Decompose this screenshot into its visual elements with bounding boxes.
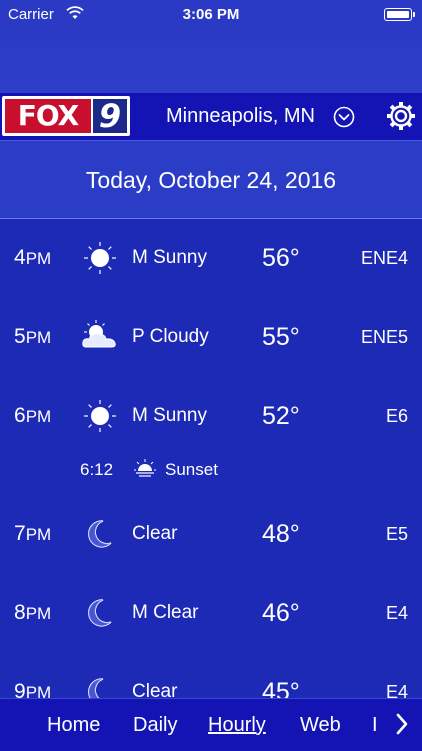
hourly-row[interactable]: 6PM M Sunny 52° E6 6:12 Sunset <box>0 377 422 496</box>
tab-hourly[interactable]: Hourly <box>208 714 266 737</box>
temperature-value: 56° <box>262 244 300 272</box>
hour-label: 9PM <box>14 680 52 698</box>
date-bar: Today, October 24, 2016 <box>0 141 422 219</box>
wind-value: E6 <box>385 406 408 426</box>
status-time: 3:06 PM <box>182 6 240 23</box>
tab-more[interactable]: I <box>372 714 378 737</box>
tab-web[interactable]: Web <box>300 714 341 737</box>
condition-label: P Cloudy <box>132 326 209 347</box>
moon-icon <box>88 520 112 548</box>
chevron-down-icon[interactable] <box>333 106 355 128</box>
forecast-date: Today, October 24, 2016 <box>85 167 337 193</box>
hour-label: 4PM <box>14 246 52 269</box>
moon-icon <box>88 678 104 698</box>
status-bar: Carrier 3:06 PM <box>0 0 422 30</box>
app-header: FOX 9 Minneapolis, MN <box>0 93 422 142</box>
wind-value: ENE4 <box>360 248 408 268</box>
hourly-row[interactable]: 5PM P Cloudy 55° ENE5 <box>0 298 422 378</box>
condition-label: Clear <box>132 681 178 698</box>
condition-label: Clear <box>132 523 178 544</box>
condition-label: M Sunny <box>132 247 207 268</box>
fox9-logo[interactable]: FOX 9 <box>2 96 130 136</box>
temperature-value: 48° <box>262 520 300 548</box>
temperature-value: 55° <box>262 323 300 351</box>
hour-label: 8PM <box>14 601 52 624</box>
sunset-icon <box>134 459 156 477</box>
gear-icon[interactable] <box>386 101 416 131</box>
hour-label: 5PM <box>14 325 52 348</box>
hour-label: 6PM <box>14 404 52 427</box>
temperature-value: 45° <box>262 678 300 698</box>
tab-daily[interactable]: Daily <box>133 714 177 737</box>
top-spacer <box>0 30 422 93</box>
wind-value: E4 <box>385 603 408 623</box>
temperature-value: 52° <box>262 402 300 430</box>
sunset-label: Sunset <box>165 460 218 479</box>
condition-label: M Clear <box>132 602 199 623</box>
sunset-time: 6:12 <box>80 460 114 479</box>
location-selector[interactable]: Minneapolis, MN <box>166 105 315 128</box>
battery-icon <box>384 8 415 21</box>
tab-home[interactable]: Home <box>47 714 100 737</box>
wind-value: ENE5 <box>360 327 408 347</box>
bottom-nav: Home Daily Hourly Web I <box>0 698 422 751</box>
condition-label: M Sunny <box>132 405 207 426</box>
hourly-row[interactable]: 8PM M Clear 46° E4 <box>0 574 422 654</box>
hourly-row[interactable]: 4PM M Sunny 56° ENE4 <box>0 219 422 299</box>
hourly-row[interactable]: 7PM Clear 48° E5 <box>0 495 422 575</box>
wind-value: E4 <box>385 682 408 698</box>
temperature-value: 46° <box>262 599 300 627</box>
hour-label: 7PM <box>14 522 52 545</box>
logo-nine: 9 <box>93 99 127 133</box>
moon-icon <box>88 599 112 627</box>
partly-cloudy-icon <box>82 320 116 348</box>
wind-value: E5 <box>385 524 408 544</box>
hourly-row[interactable]: 9PM Clear 45° E4 <box>0 653 422 698</box>
chevron-right-icon[interactable] <box>394 712 410 736</box>
hourly-list[interactable]: 4PM M Sunny 56° ENE4 5PM P Cloudy 55° EN… <box>0 219 422 698</box>
sun-icon <box>84 400 116 432</box>
logo-fox: FOX <box>5 99 91 133</box>
sun-icon <box>84 242 116 274</box>
